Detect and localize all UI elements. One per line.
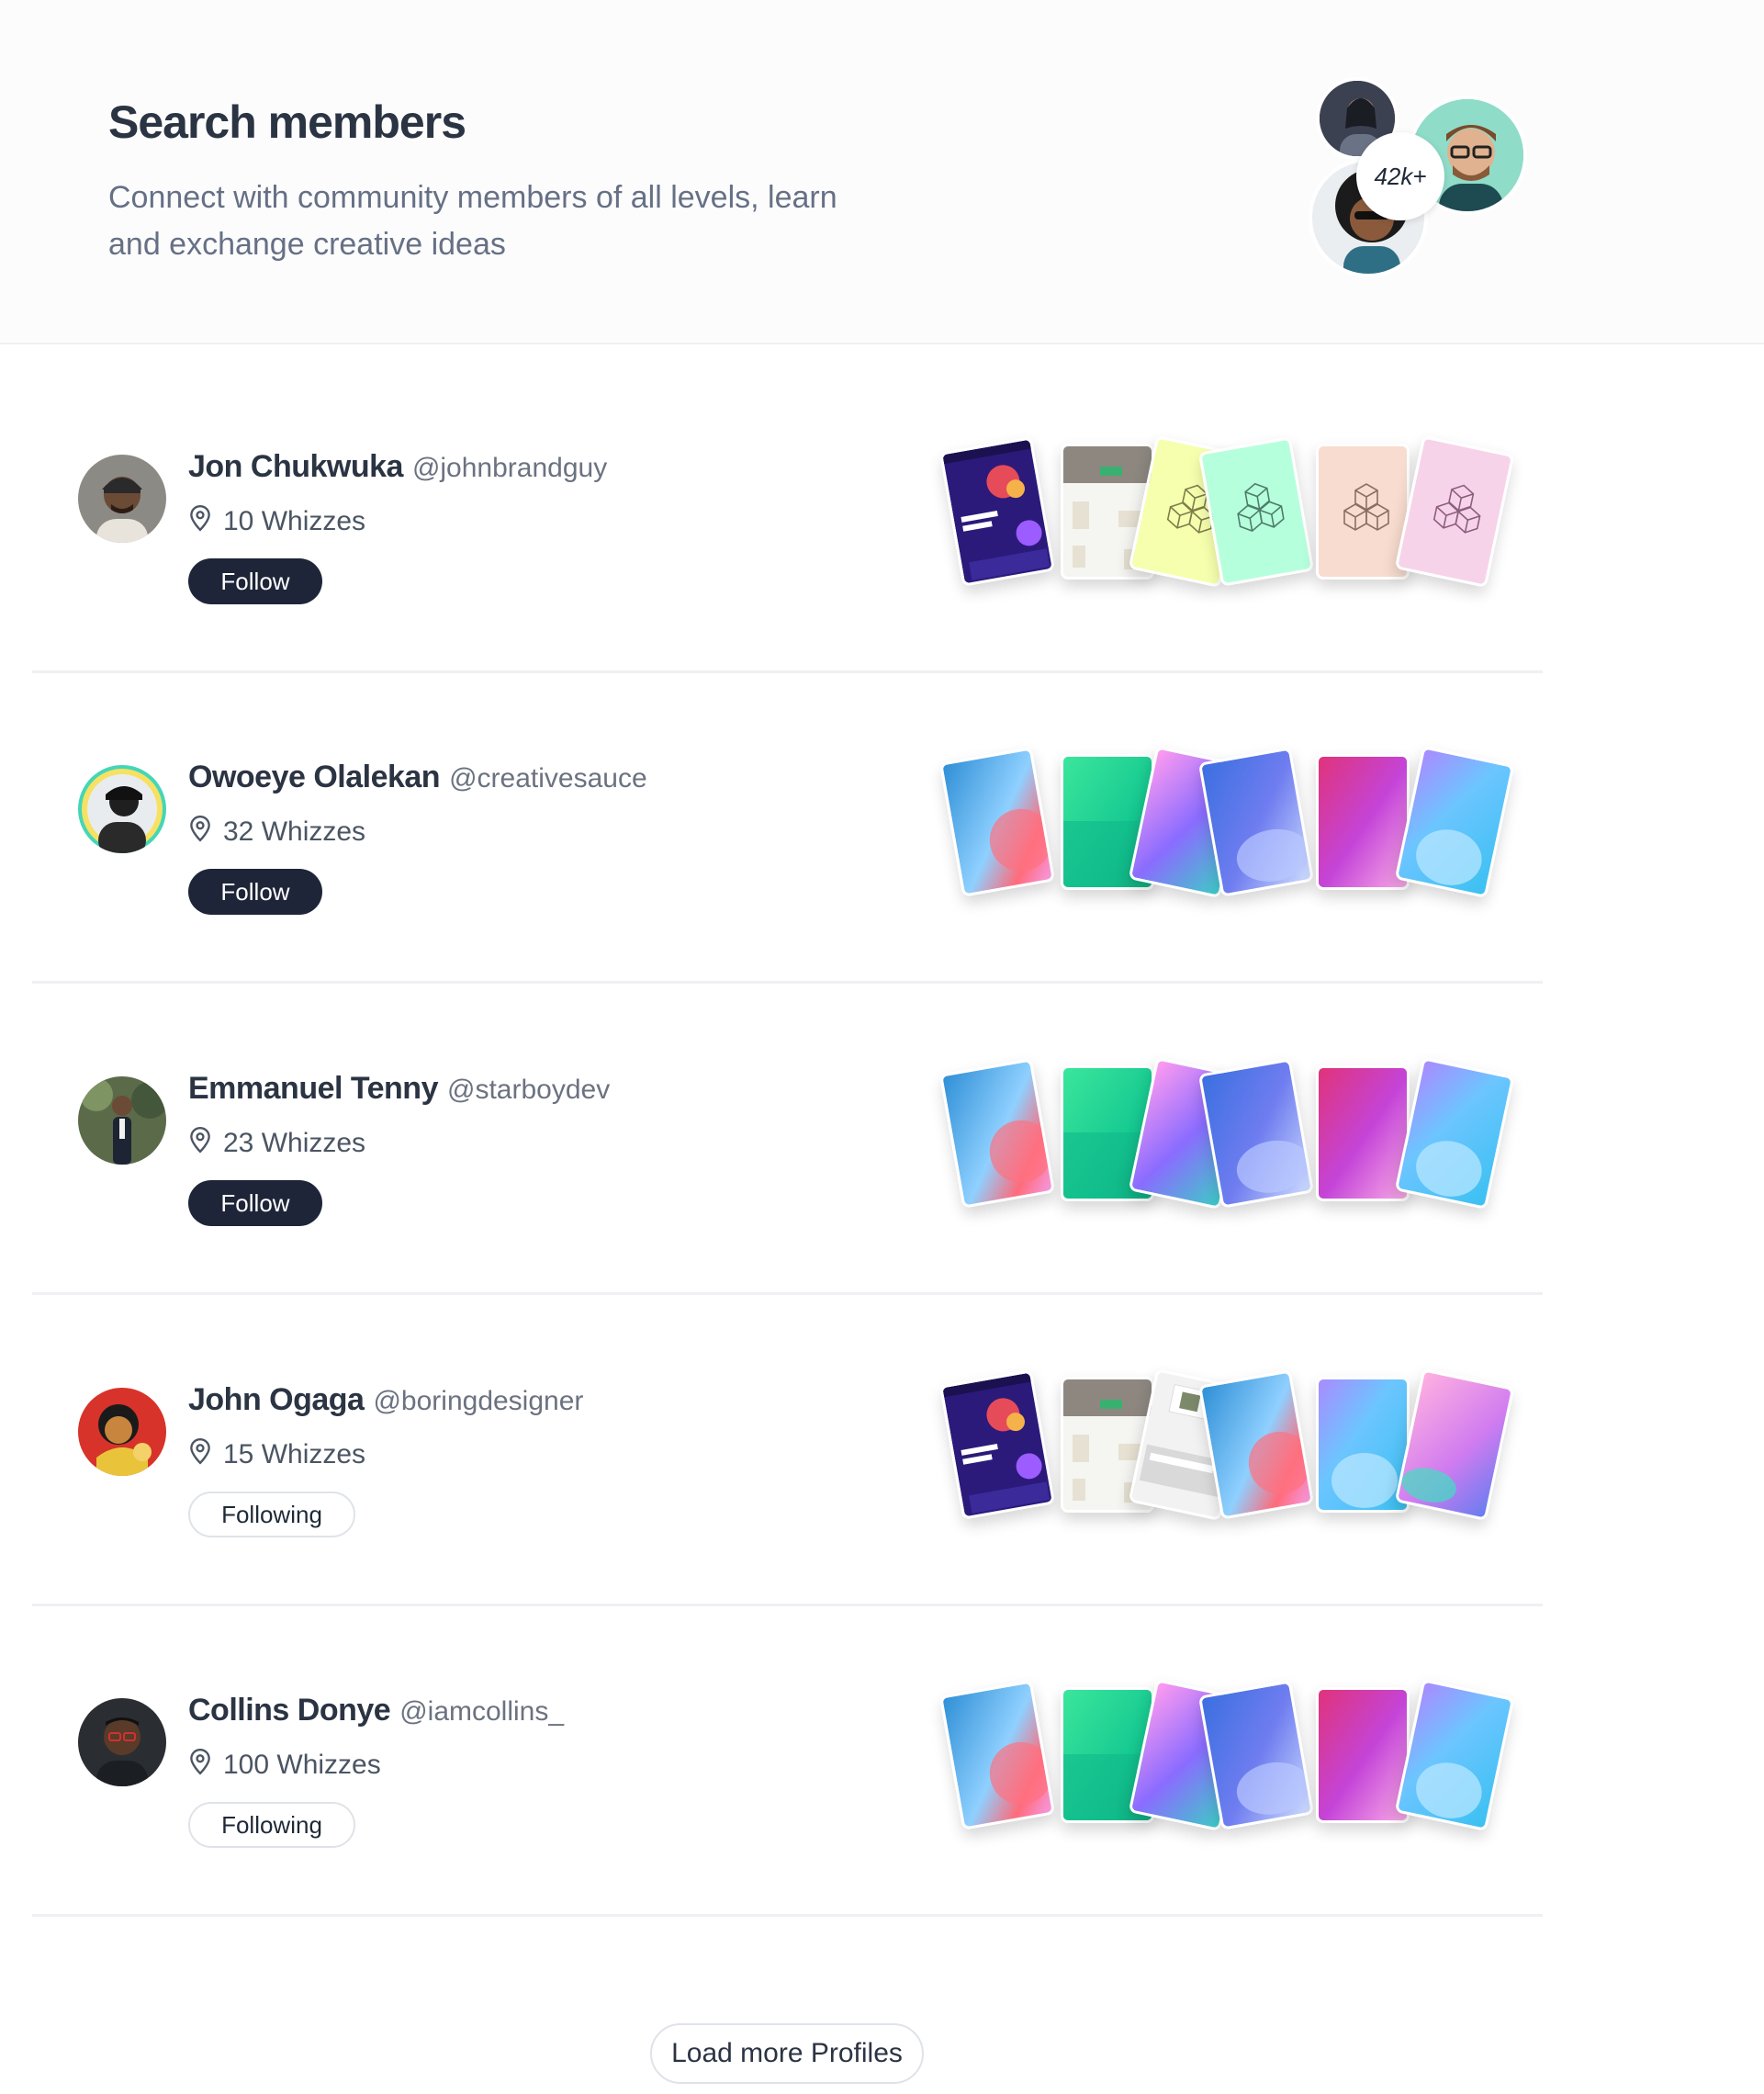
member-name[interactable]: Jon Chukwuka bbox=[188, 449, 403, 485]
location-pin-icon bbox=[188, 1437, 212, 1472]
location-pin-icon bbox=[188, 815, 212, 850]
member-identity: John Ogaga @boringdesigner bbox=[188, 1382, 583, 1418]
page-subtitle: Connect with community members of all le… bbox=[108, 180, 837, 262]
project-thumbnail[interactable] bbox=[938, 747, 1056, 897]
project-thumbnails bbox=[914, 1676, 1556, 1851]
whizzes-count: 10 Whizzes bbox=[223, 506, 366, 536]
member-whizzes: 32 Whizzes bbox=[188, 815, 365, 850]
avatar[interactable] bbox=[78, 455, 166, 543]
project-thumbnails bbox=[914, 1366, 1556, 1540]
member-handle: @johnbrandguy bbox=[411, 453, 608, 483]
project-thumbnails bbox=[914, 433, 1556, 607]
member-handle: @iamcollins_ bbox=[399, 1696, 565, 1727]
project-thumbnail[interactable] bbox=[1394, 1057, 1515, 1210]
project-thumbnail[interactable] bbox=[1394, 1368, 1515, 1521]
whizzes-count: 100 Whizzes bbox=[223, 1750, 381, 1780]
member-name[interactable]: Emmanuel Tenny bbox=[188, 1071, 439, 1107]
member-whizzes: 100 Whizzes bbox=[188, 1748, 381, 1783]
project-thumbnail[interactable] bbox=[938, 436, 1056, 587]
following-button[interactable]: Following bbox=[188, 1802, 355, 1848]
member-identity: Owoeye Olalekan @creativesauce bbox=[188, 760, 647, 795]
load-more-button[interactable]: Load more Profiles bbox=[650, 2023, 924, 2084]
project-thumbnail[interactable] bbox=[1394, 746, 1515, 898]
location-pin-icon bbox=[188, 504, 212, 539]
avatar[interactable] bbox=[78, 765, 166, 853]
follow-button[interactable]: Follow bbox=[188, 869, 322, 915]
follow-button[interactable]: Follow bbox=[188, 558, 322, 604]
whizzes-count: 32 Whizzes bbox=[223, 816, 366, 847]
location-pin-icon bbox=[188, 1748, 212, 1783]
avatar[interactable] bbox=[78, 1388, 166, 1476]
member-row: Owoeye Olalekan @creativesauce 32 Whizze… bbox=[32, 670, 1543, 984]
member-identity: Jon Chukwuka @johnbrandguy bbox=[188, 449, 607, 485]
member-identity: Emmanuel Tenny @starboydev bbox=[188, 1071, 610, 1107]
member-row: John Ogaga @boringdesigner 15 Whizzes Fo… bbox=[32, 1292, 1543, 1606]
member-handle: @boringdesigner bbox=[373, 1386, 584, 1416]
project-thumbnails bbox=[914, 1054, 1556, 1229]
members-count-badge: 42k+ bbox=[1356, 132, 1444, 220]
member-row: Collins Donye @iamcollins_ 100 Whizzes F… bbox=[32, 1603, 1543, 1917]
avatar[interactable] bbox=[78, 1076, 166, 1165]
member-name[interactable]: Collins Donye bbox=[188, 1693, 391, 1728]
member-identity: Collins Donye @iamcollins_ bbox=[188, 1693, 564, 1728]
location-pin-icon bbox=[188, 1126, 212, 1161]
follow-button[interactable]: Follow bbox=[188, 1180, 322, 1226]
member-handle: @starboydev bbox=[447, 1075, 611, 1105]
project-thumbnail[interactable] bbox=[1394, 1679, 1515, 1831]
whizzes-count: 15 Whizzes bbox=[223, 1439, 366, 1469]
member-whizzes: 10 Whizzes bbox=[188, 504, 365, 539]
member-name[interactable]: Owoeye Olalekan bbox=[188, 760, 441, 795]
member-handle: @creativesauce bbox=[449, 763, 647, 794]
member-name[interactable]: John Ogaga bbox=[188, 1382, 365, 1418]
whizzes-count: 23 Whizzes bbox=[223, 1128, 366, 1158]
project-thumbnail[interactable] bbox=[1394, 435, 1515, 588]
member-row: Jon Chukwuka @johnbrandguy 10 Whizzes Fo… bbox=[32, 359, 1543, 673]
project-thumbnail[interactable] bbox=[938, 1680, 1056, 1830]
project-thumbnails bbox=[914, 743, 1556, 918]
member-whizzes: 15 Whizzes bbox=[188, 1437, 365, 1472]
avatar[interactable] bbox=[78, 1698, 166, 1786]
page-header: Search members Connect with community me… bbox=[0, 0, 1764, 344]
project-thumbnail[interactable] bbox=[938, 1369, 1056, 1520]
member-avatar-stack: 42k+ bbox=[1309, 77, 1529, 279]
member-row: Emmanuel Tenny @starboydev 23 Whizzes Fo… bbox=[32, 981, 1543, 1295]
following-button[interactable]: Following bbox=[188, 1492, 355, 1537]
project-thumbnail[interactable] bbox=[938, 1058, 1056, 1209]
page-title: Search members bbox=[108, 96, 466, 148]
member-whizzes: 23 Whizzes bbox=[188, 1126, 365, 1161]
